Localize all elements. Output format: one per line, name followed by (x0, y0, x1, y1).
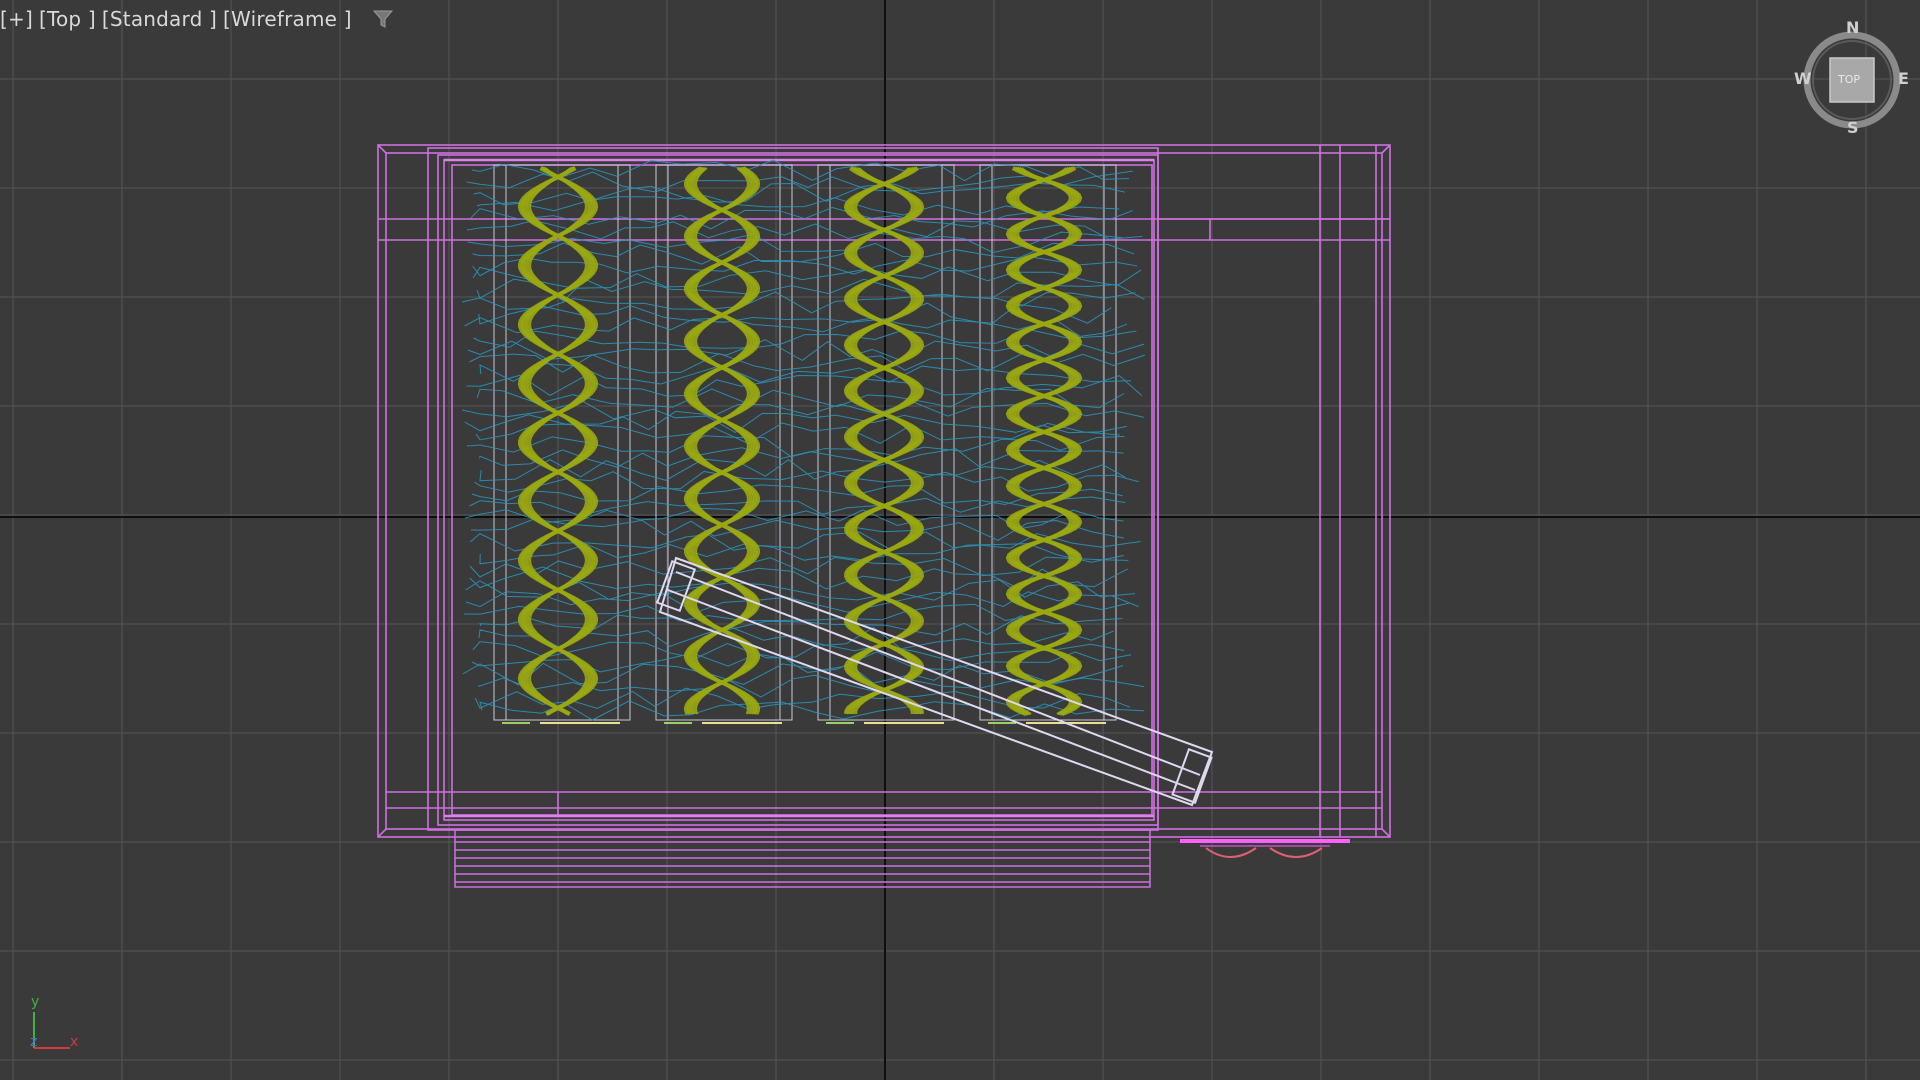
viewport-label: [+] [Top ] [Standard ] [Wireframe ] (0, 6, 394, 32)
vapor-line (461, 291, 1136, 314)
column-outline (493, 164, 631, 721)
axis-x-label: x (70, 1034, 79, 1050)
axis-tripod: y z x (26, 994, 86, 1056)
viewport-point-of-view[interactable]: [Top ] (39, 7, 96, 31)
grid-lines (0, 0, 1920, 1080)
compass-north-label: N (1846, 18, 1860, 37)
filter-icon[interactable] (372, 8, 394, 30)
vapor-lines (461, 159, 1146, 721)
vapor-line (472, 255, 1138, 277)
viewport-menu-plus[interactable]: [+] (0, 7, 33, 31)
handle-piece (1180, 839, 1350, 858)
vapor-line (469, 556, 1129, 578)
column-outline (979, 164, 1117, 721)
axis-y-label: y (31, 994, 40, 1010)
top-viewport[interactable]: [+] [Top ] [Standard ] [Wireframe ] N S … (0, 0, 1920, 1080)
bottom-steps (454, 829, 1151, 888)
viewport-lighting-mode[interactable]: [Standard ] (102, 7, 217, 31)
compass-east-label: E (1898, 69, 1909, 88)
world-axis-lines (0, 0, 1920, 1080)
viewport-scene[interactable] (0, 0, 1920, 1080)
axis-z-label: z (30, 1034, 38, 1050)
viewport-shading-mode[interactable]: [Wireframe ] (223, 7, 352, 31)
viewcube-face-label: TOP (1838, 73, 1861, 86)
vapor-line (465, 579, 1136, 601)
compass-south-label: S (1847, 118, 1859, 137)
viewcube[interactable]: N S E W TOP (1794, 18, 1909, 140)
diagonal-panel (655, 556, 1214, 807)
compass-west-label: W (1794, 69, 1812, 88)
vapor-line (479, 700, 1145, 721)
